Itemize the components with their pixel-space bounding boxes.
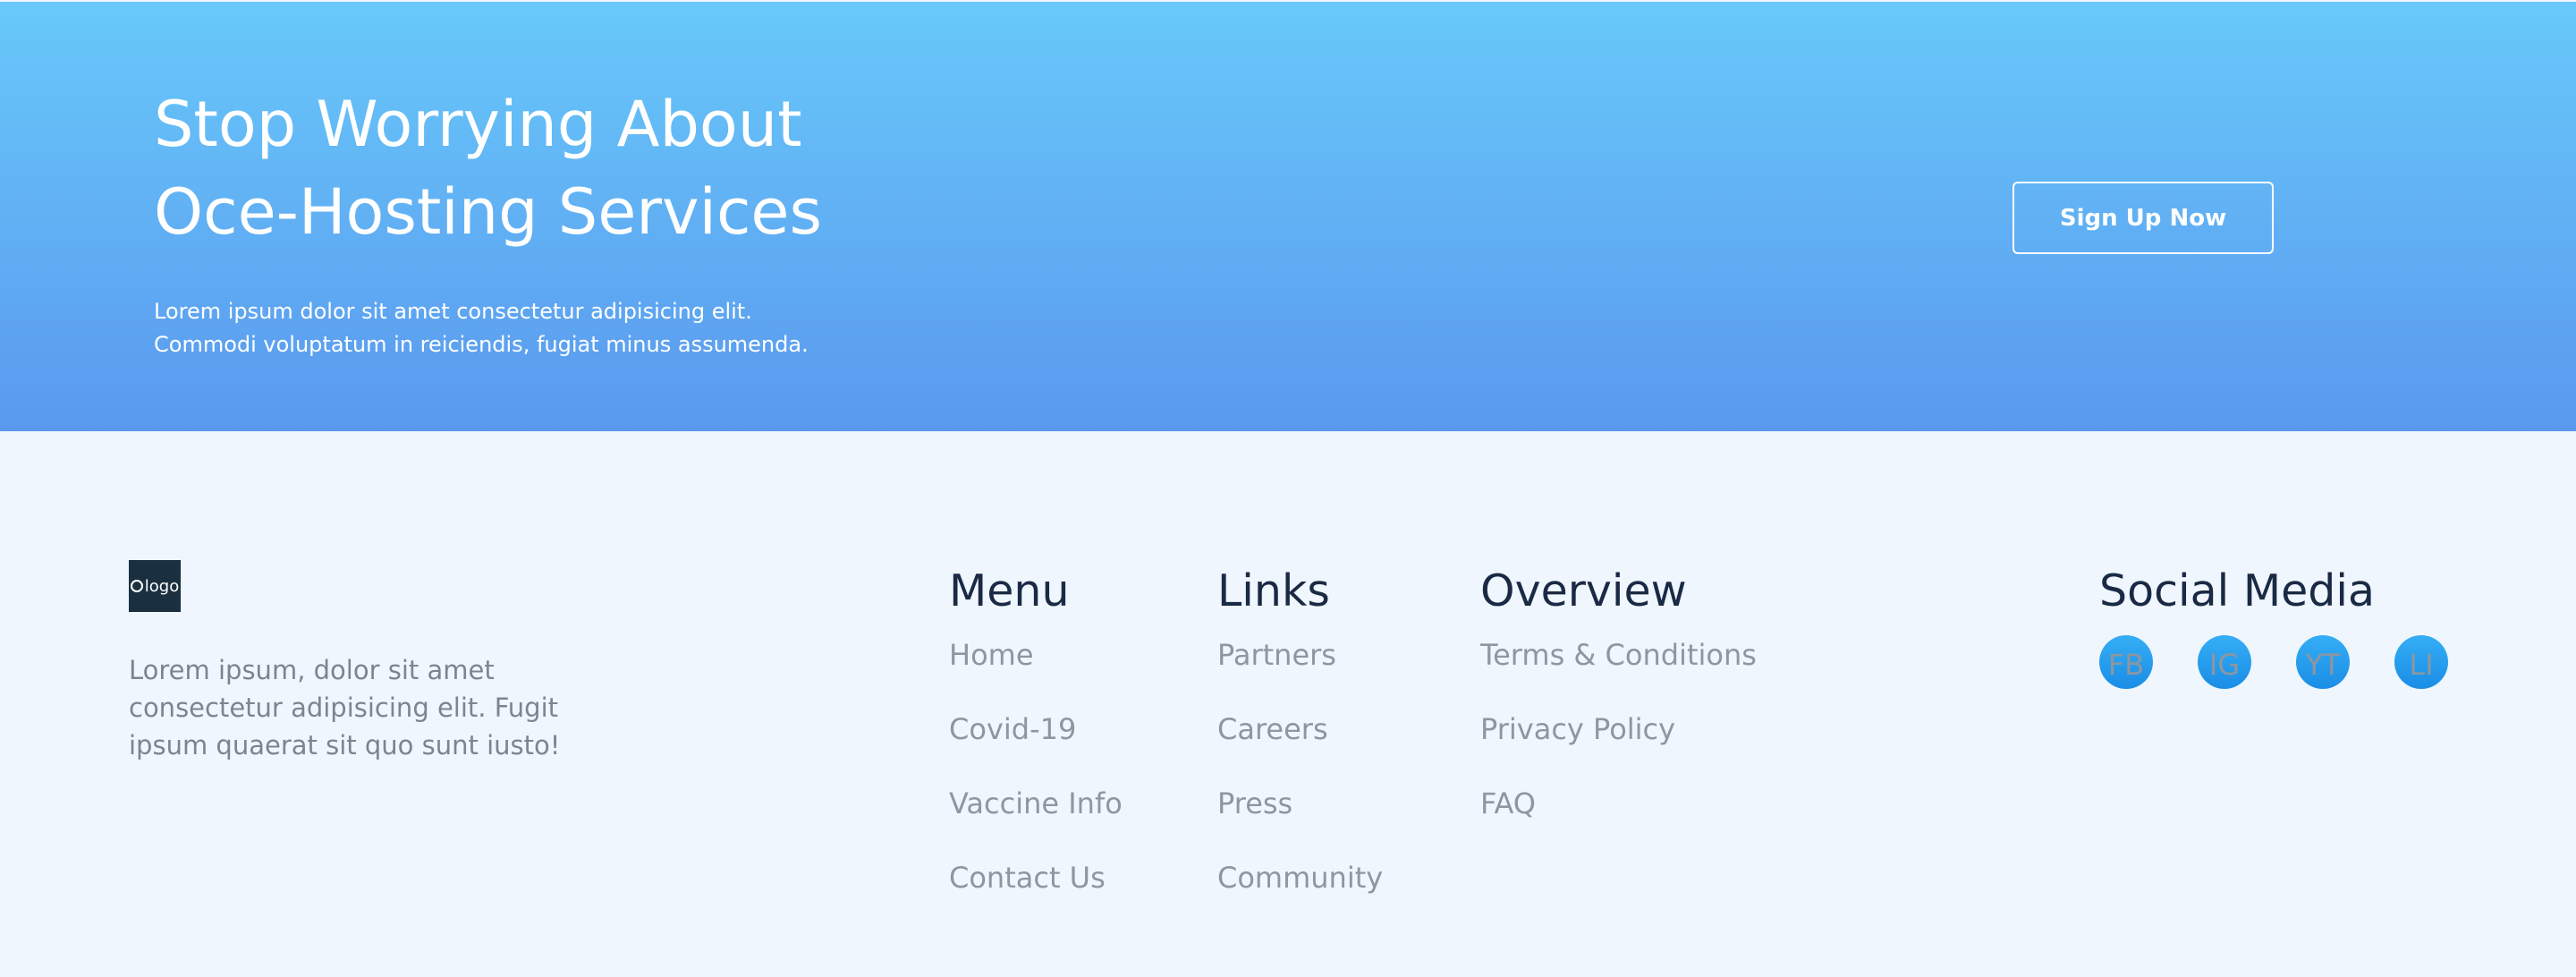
cta-description: Lorem ipsum dolor sit amet consectetur a…	[154, 299, 809, 357]
footer-link-vaccine-info[interactable]: Vaccine Info	[949, 786, 1123, 820]
sign-up-button[interactable]: Sign Up Now	[2012, 182, 2274, 254]
cta-title-line-1: Stop Worrying About	[154, 88, 802, 161]
facebook-icon[interactable]: FB	[2099, 635, 2153, 689]
logo-text: logo	[144, 576, 180, 596]
instagram-icon[interactable]: IG	[2198, 635, 2251, 689]
logo-mark-icon	[130, 580, 143, 592]
footer-link-privacy-policy[interactable]: Privacy Policy	[1480, 712, 1675, 746]
footer-link-home[interactable]: Home	[949, 638, 1034, 672]
logo[interactable]: logo	[129, 560, 181, 612]
cta-banner: Stop Worrying About Oce-Hosting Services…	[0, 2, 2576, 431]
footer-link-community[interactable]: Community	[1217, 861, 1383, 895]
footer-brand-text: Lorem ipsum, dolor sit amet consectetur …	[129, 655, 561, 760]
footer-link-careers[interactable]: Careers	[1217, 712, 1328, 746]
footer-link-contact-us[interactable]: Contact Us	[949, 861, 1106, 895]
cta-title-line-2: Oce-Hosting Services	[154, 175, 822, 249]
footer-menu-title: Menu	[949, 565, 1070, 616]
footer-links-title: Links	[1217, 565, 1330, 616]
footer-link-partners[interactable]: Partners	[1217, 638, 1336, 672]
cta-title: Stop Worrying About Oce-Hosting Services	[154, 81, 959, 256]
youtube-icon[interactable]: YT	[2296, 635, 2350, 689]
footer-menu-column: Menu Home Covid-19 Vaccine Info Contact …	[949, 562, 1123, 932]
footer-link-press[interactable]: Press	[1217, 786, 1292, 820]
footer-overview-title: Overview	[1480, 565, 1687, 616]
footer-link-covid-19[interactable]: Covid-19	[949, 712, 1076, 746]
footer-links-column: Links Partners Careers Press Community	[1217, 562, 1383, 932]
footer-social-column: Social Media FB IG YT LI	[2099, 562, 2448, 689]
footer-link-terms[interactable]: Terms & Conditions	[1480, 638, 1757, 672]
footer-overview-column: Overview Terms & Conditions Privacy Poli…	[1480, 562, 1757, 858]
social-links: FB IG YT LI	[2099, 635, 2448, 689]
footer-social-title: Social Media	[2099, 565, 2376, 616]
linkedin-icon[interactable]: LI	[2394, 635, 2448, 689]
site-footer: logo Lorem ipsum, dolor sit amet consect…	[0, 431, 2576, 977]
footer-link-faq[interactable]: FAQ	[1480, 786, 1536, 820]
